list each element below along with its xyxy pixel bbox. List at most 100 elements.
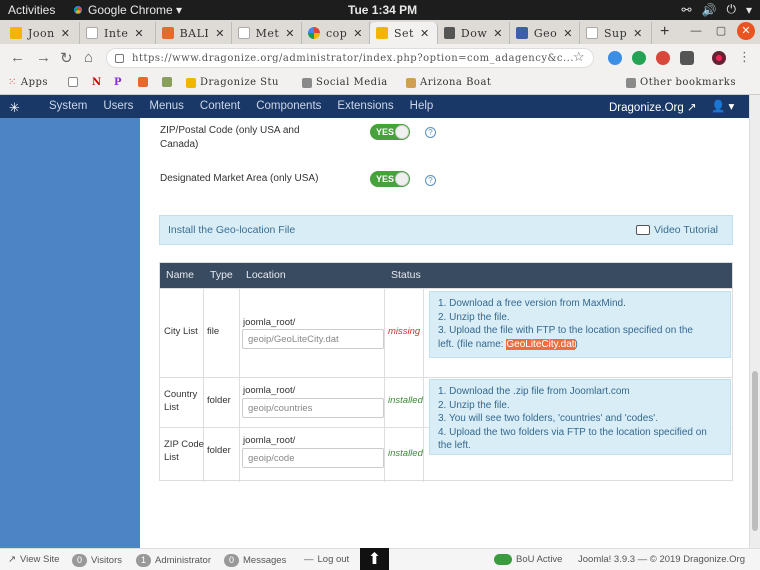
activities-button[interactable]: Activities	[8, 3, 55, 17]
extension-mic-icon[interactable]	[680, 51, 694, 65]
new-tab-button[interactable]: +	[660, 23, 669, 41]
admin-badge: 1	[136, 554, 152, 567]
extension-g-icon[interactable]	[656, 51, 670, 65]
logout-link[interactable]: — Log out	[304, 554, 349, 565]
browser-tab[interactable]: Met ✕	[232, 22, 302, 44]
menu-components[interactable]: Components	[256, 100, 321, 112]
forward-button[interactable]: →	[36, 49, 51, 66]
browser-tab[interactable]: Inte ✕	[80, 22, 156, 44]
row-name-line: Country	[164, 389, 198, 400]
menu-users[interactable]: Users	[103, 100, 133, 112]
app-menu[interactable]: Google Chrome ▾	[72, 3, 182, 17]
dma-toggle[interactable]: YES	[370, 171, 410, 187]
video-icon	[635, 225, 650, 235]
browser-tab[interactable]: Sup ✕	[580, 22, 652, 44]
menu-menus[interactable]: Menus	[149, 100, 184, 112]
close-icon[interactable]: ✕	[285, 27, 295, 40]
system-tray[interactable]: ⚯ 🔊 ⏻ ▾	[681, 2, 752, 17]
site-link[interactable]: Dragonize.Org ↗	[609, 100, 697, 114]
scrollbar-thumb[interactable]	[752, 371, 758, 531]
close-icon[interactable]: ✕	[633, 27, 643, 40]
home-button[interactable]: ⌂	[84, 49, 93, 66]
column-header: Location	[246, 269, 286, 281]
menu-extensions[interactable]: Extensions	[337, 100, 393, 112]
column-header: Name	[166, 269, 195, 281]
chrome-menu-icon[interactable]: ⋮	[738, 49, 751, 65]
location-input[interactable]: geoip/code	[242, 448, 384, 468]
visitors-link[interactable]: 0 Visitors	[72, 554, 122, 567]
profile-avatar-icon[interactable]	[712, 51, 726, 65]
power-icon: ⏻	[726, 2, 736, 16]
help-icon[interactable]: ?	[425, 127, 436, 138]
chevron-down-icon: ▾	[745, 2, 752, 17]
reload-button[interactable]: ↻	[60, 49, 73, 67]
extension-grammarly-icon[interactable]	[632, 51, 646, 65]
highlighted-filename: GeoLiteCity.dat	[506, 338, 575, 350]
help-icon[interactable]: ?	[425, 175, 436, 186]
bookmark-page[interactable]	[68, 77, 78, 87]
column-divider	[423, 378, 424, 428]
browser-tab-active[interactable]: Set ✕	[370, 22, 438, 44]
main-content: ZIP/Postal Code (only USA and Canada) YE…	[140, 118, 749, 548]
close-window-button[interactable]: ✕	[737, 22, 755, 40]
column-divider	[384, 289, 385, 378]
os-top-bar: Activities Google Chrome ▾ Tue 1:34 PM ⚯…	[0, 0, 760, 20]
row-root: joomla_root/	[243, 435, 296, 446]
user-menu[interactable]: 👤 ▾	[711, 99, 734, 113]
zip-toggle[interactable]: YES	[370, 124, 410, 140]
bookmark-netflix[interactable]: N	[92, 77, 102, 88]
menu-help[interactable]: Help	[410, 100, 434, 112]
bookmark-p[interactable]: P	[114, 77, 122, 88]
column-divider	[203, 289, 204, 378]
close-icon[interactable]: ✕	[353, 27, 363, 40]
location-input[interactable]: geoip/countries	[242, 398, 384, 418]
browser-tab[interactable]: Joon ✕	[4, 22, 80, 44]
bookmark-dragonize[interactable]: Dragonize Stu	[186, 77, 279, 88]
external-link-icon: ↗	[687, 102, 697, 114]
bookmark-social[interactable]: Social Media	[302, 77, 388, 88]
bookmark-star-icon[interactable]: ☆	[573, 50, 585, 65]
close-icon[interactable]: ✕	[215, 27, 225, 40]
row-type: folder	[207, 395, 231, 406]
bookmark-gp[interactable]	[162, 77, 172, 87]
row-root: joomla_root/	[243, 317, 296, 328]
close-icon[interactable]: ✕	[563, 27, 573, 40]
bou-status[interactable]: BoU Active	[494, 554, 562, 565]
address-bar[interactable]: https://www.dragonize.org/administrator/…	[106, 48, 594, 68]
minus-icon: —	[304, 554, 314, 565]
location-input[interactable]: geoip/GeoLiteCity.dat	[242, 329, 384, 349]
maximize-button[interactable]: ▢	[712, 22, 730, 40]
page-scrollbar[interactable]	[749, 95, 760, 548]
close-icon[interactable]: ✕	[420, 27, 430, 40]
page-icon	[68, 77, 78, 87]
browser-tab[interactable]: Geo ✕	[510, 22, 580, 44]
instructions-city: 1. Download a free version from MaxMind.…	[429, 291, 731, 358]
view-site-link[interactable]: ↗ View Site	[8, 554, 59, 565]
close-icon[interactable]: ✕	[134, 27, 144, 40]
minimize-button[interactable]: —	[687, 22, 705, 40]
menu-system[interactable]: System	[49, 100, 87, 112]
browser-tab[interactable]: cop ✕	[302, 22, 370, 44]
messages-link[interactable]: 0 Messages	[224, 554, 286, 567]
close-icon[interactable]: ✕	[61, 27, 71, 40]
toggle-knob	[395, 172, 409, 186]
joomla-logo-icon[interactable]: ✳	[9, 100, 20, 116]
scroll-to-top-button[interactable]: ⬆	[360, 548, 389, 570]
bookmark-arizona[interactable]: Arizona Boat	[406, 77, 491, 88]
video-tutorial-link[interactable]: Video Tutorial	[635, 224, 718, 236]
bookmark-apps[interactable]: ⁙ Apps	[8, 77, 48, 88]
instruction-line: 4. Upload the two folders via FTP to the…	[438, 426, 707, 438]
clock[interactable]: Tue 1:34 PM	[348, 3, 417, 17]
bookmark-bo[interactable]	[138, 77, 148, 87]
folder-icon	[302, 77, 312, 88]
menu-content[interactable]: Content	[200, 100, 240, 112]
administrator-link[interactable]: 1 Administrator	[136, 554, 211, 567]
external-link-icon: ↗	[8, 554, 16, 565]
bookmark-other[interactable]: Other bookmarks	[626, 77, 736, 88]
browser-tab[interactable]: Dow ✕	[438, 22, 510, 44]
bookmarks-bar: ⁙ Apps N P Dragonize Stu Social Media Ari…	[0, 72, 760, 95]
extension-phone-icon[interactable]	[608, 51, 622, 65]
browser-tab[interactable]: BALI ✕	[156, 22, 232, 44]
back-button[interactable]: ←	[10, 49, 25, 66]
close-icon[interactable]: ✕	[493, 27, 503, 40]
